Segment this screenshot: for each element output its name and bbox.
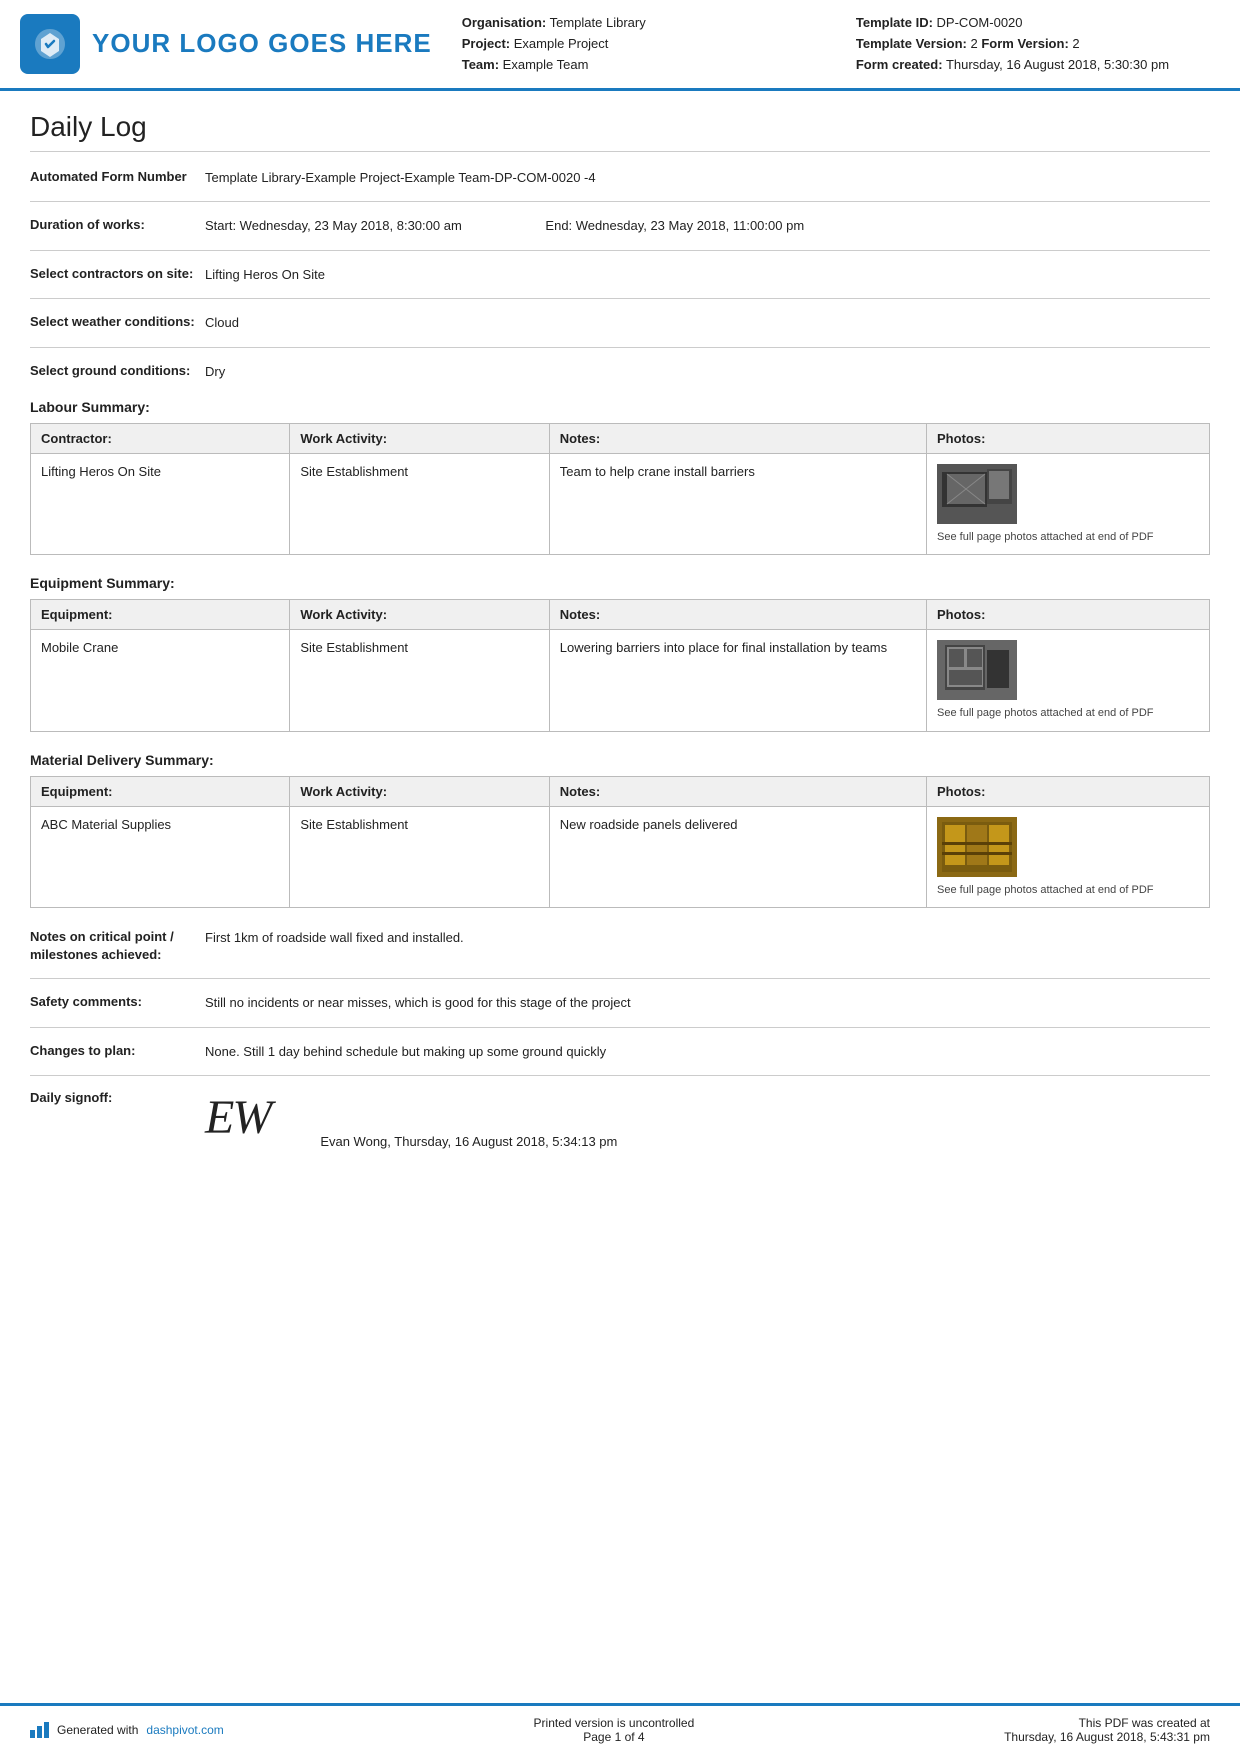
labour-table: Contractor: Work Activity: Notes: Photos… xyxy=(30,423,1210,555)
mat-photos-1: See full page photos attached at end of … xyxy=(927,806,1210,907)
weather-value: Cloud xyxy=(205,313,1210,333)
equip-work-1: Site Establishment xyxy=(290,630,549,731)
mat-notes-1: New roadside panels delivered xyxy=(549,806,926,907)
ground-label: Select ground conditions: xyxy=(30,362,205,380)
notes-label: Notes on critical point / milestones ach… xyxy=(30,928,205,964)
labour-photos-1: See full page photos attached at end of … xyxy=(927,454,1210,555)
mat-row-1: ABC Material Supplies Site Establishment… xyxy=(31,806,1210,907)
logo-icon xyxy=(20,14,80,74)
contractors-value: Lifting Heros On Site xyxy=(205,265,1210,285)
labour-col-photos: Photos: xyxy=(927,424,1210,454)
page-number: Page 1 of 4 xyxy=(534,1730,695,1744)
footer-right: This PDF was created at Thursday, 16 Aug… xyxy=(1004,1716,1210,1744)
pdf-created-date: Thursday, 16 August 2018, 5:43:31 pm xyxy=(1004,1730,1210,1744)
labour-row-1: Lifting Heros On Site Site Establishment… xyxy=(31,454,1210,555)
signoff-label: Daily signoff: xyxy=(30,1090,205,1105)
logo-area: YOUR LoGo GOES HERE xyxy=(20,10,432,78)
page-header: YOUR LoGo GOES HERE Organisation: Templa… xyxy=(0,0,1240,91)
labour-photo-img-1 xyxy=(937,464,1017,524)
header-meta-center: Organisation: Template Library Project: … xyxy=(462,14,816,78)
mat-col-photos: Photos: xyxy=(927,776,1210,806)
template-version-line: Template Version: 2 Form Version: 2 xyxy=(856,35,1210,53)
mat-photo-img-1 xyxy=(937,817,1017,877)
equip-col-work: Work Activity: xyxy=(290,600,549,630)
equip-photos-1: See full page photos attached at end of … xyxy=(927,630,1210,731)
form-created-line: Form created: Thursday, 16 August 2018, … xyxy=(856,56,1210,74)
labour-summary-title: Labour Summary: xyxy=(30,399,1210,415)
weather-label: Select weather conditions: xyxy=(30,313,205,331)
mat-equipment-1: ABC Material Supplies xyxy=(31,806,290,907)
contractors-row: Select contractors on site: Lifting Hero… xyxy=(30,265,1210,285)
labour-col-work: Work Activity: xyxy=(290,424,549,454)
template-id-line: Template ID: DP-COM-0020 xyxy=(856,14,1210,32)
generated-text: Generated with xyxy=(57,1723,138,1737)
sig-name-row: EW Evan Wong, Thursday, 16 August 2018, … xyxy=(205,1090,617,1149)
equip-col-notes: Notes: xyxy=(549,600,926,630)
mat-col-notes: Notes: xyxy=(549,776,926,806)
safety-value: Still no incidents or near misses, which… xyxy=(205,993,1210,1013)
equip-equipment-1: Mobile Crane xyxy=(31,630,290,731)
dashpivot-icon xyxy=(30,1722,49,1738)
changes-row: Changes to plan: None. Still 1 day behin… xyxy=(30,1042,1210,1062)
equip-col-equipment: Equipment: xyxy=(31,600,290,630)
header-meta-right: Template ID: DP-COM-0020 Template Versio… xyxy=(856,14,1210,78)
material-summary-title: Material Delivery Summary: xyxy=(30,752,1210,768)
equip-photo-img-1 xyxy=(937,640,1017,700)
notes-row: Notes on critical point / milestones ach… xyxy=(30,928,1210,964)
material-table: Equipment: Work Activity: Notes: Photos:… xyxy=(30,776,1210,908)
duration-value: Start: Wednesday, 23 May 2018, 8:30:00 a… xyxy=(205,216,1210,236)
form-number-value: Template Library-Example Project-Example… xyxy=(205,168,1210,188)
ground-value: Dry xyxy=(205,362,1210,382)
team-line: Team: Example Team xyxy=(462,56,816,74)
equip-photo-caption-1: See full page photos attached at end of … xyxy=(937,706,1199,720)
doc-title: Daily Log xyxy=(30,111,1210,152)
equip-col-photos: Photos: xyxy=(927,600,1210,630)
mat-work-1: Site Establishment xyxy=(290,806,549,907)
equipment-table: Equipment: Work Activity: Notes: Photos:… xyxy=(30,599,1210,731)
ground-row: Select ground conditions: Dry xyxy=(30,362,1210,382)
project-line: Project: Example Project xyxy=(462,35,816,53)
dashpivot-link[interactable]: dashpivot.com xyxy=(146,1723,223,1737)
main-content: Daily Log Automated Form Number Template… xyxy=(0,91,1240,1703)
form-number-row: Automated Form Number Template Library-E… xyxy=(30,168,1210,188)
labour-work-1: Site Establishment xyxy=(290,454,549,555)
changes-label: Changes to plan: xyxy=(30,1042,205,1060)
contractors-label: Select contractors on site: xyxy=(30,265,205,283)
footer-center: Printed version is uncontrolled Page 1 o… xyxy=(534,1716,695,1744)
signoff-section: Daily signoff: EW Evan Wong, Thursday, 1… xyxy=(30,1090,1210,1149)
signoff-name: Evan Wong, Thursday, 16 August 2018, 5:3… xyxy=(320,1134,617,1149)
equipment-summary-title: Equipment Summary: xyxy=(30,575,1210,591)
footer-left: Generated with dashpivot.com xyxy=(30,1722,224,1738)
duration-label: Duration of works: xyxy=(30,216,205,234)
labour-contractor-1: Lifting Heros On Site xyxy=(31,454,290,555)
signature-image: EW xyxy=(205,1090,270,1145)
duration-row: Duration of works: Start: Wednesday, 23 … xyxy=(30,216,1210,236)
safety-label: Safety comments: xyxy=(30,993,205,1011)
equip-row-1: Mobile Crane Site Establishment Lowering… xyxy=(31,630,1210,731)
mat-col-work: Work Activity: xyxy=(290,776,549,806)
mat-col-equipment: Equipment: xyxy=(31,776,290,806)
form-number-label: Automated Form Number xyxy=(30,168,205,186)
page-footer: Generated with dashpivot.com Printed ver… xyxy=(0,1703,1240,1754)
uncontrolled-text: Printed version is uncontrolled xyxy=(534,1716,695,1730)
weather-row: Select weather conditions: Cloud xyxy=(30,313,1210,333)
labour-notes-1: Team to help crane install barriers xyxy=(549,454,926,555)
pdf-created-text: This PDF was created at xyxy=(1004,1716,1210,1730)
equip-notes-1: Lowering barriers into place for final i… xyxy=(549,630,926,731)
header-meta: Organisation: Template Library Project: … xyxy=(462,10,1210,78)
org-line: Organisation: Template Library xyxy=(462,14,816,32)
changes-value: None. Still 1 day behind schedule but ma… xyxy=(205,1042,1210,1062)
labour-photo-caption-1: See full page photos attached at end of … xyxy=(937,530,1199,544)
labour-col-contractor: Contractor: xyxy=(31,424,290,454)
labour-col-notes: Notes: xyxy=(549,424,926,454)
safety-row: Safety comments: Still no incidents or n… xyxy=(30,993,1210,1013)
logo-text: YOUR LoGo GOES HERE xyxy=(92,28,432,59)
mat-photo-caption-1: See full page photos attached at end of … xyxy=(937,883,1199,897)
notes-value: First 1km of roadside wall fixed and ins… xyxy=(205,928,1210,948)
